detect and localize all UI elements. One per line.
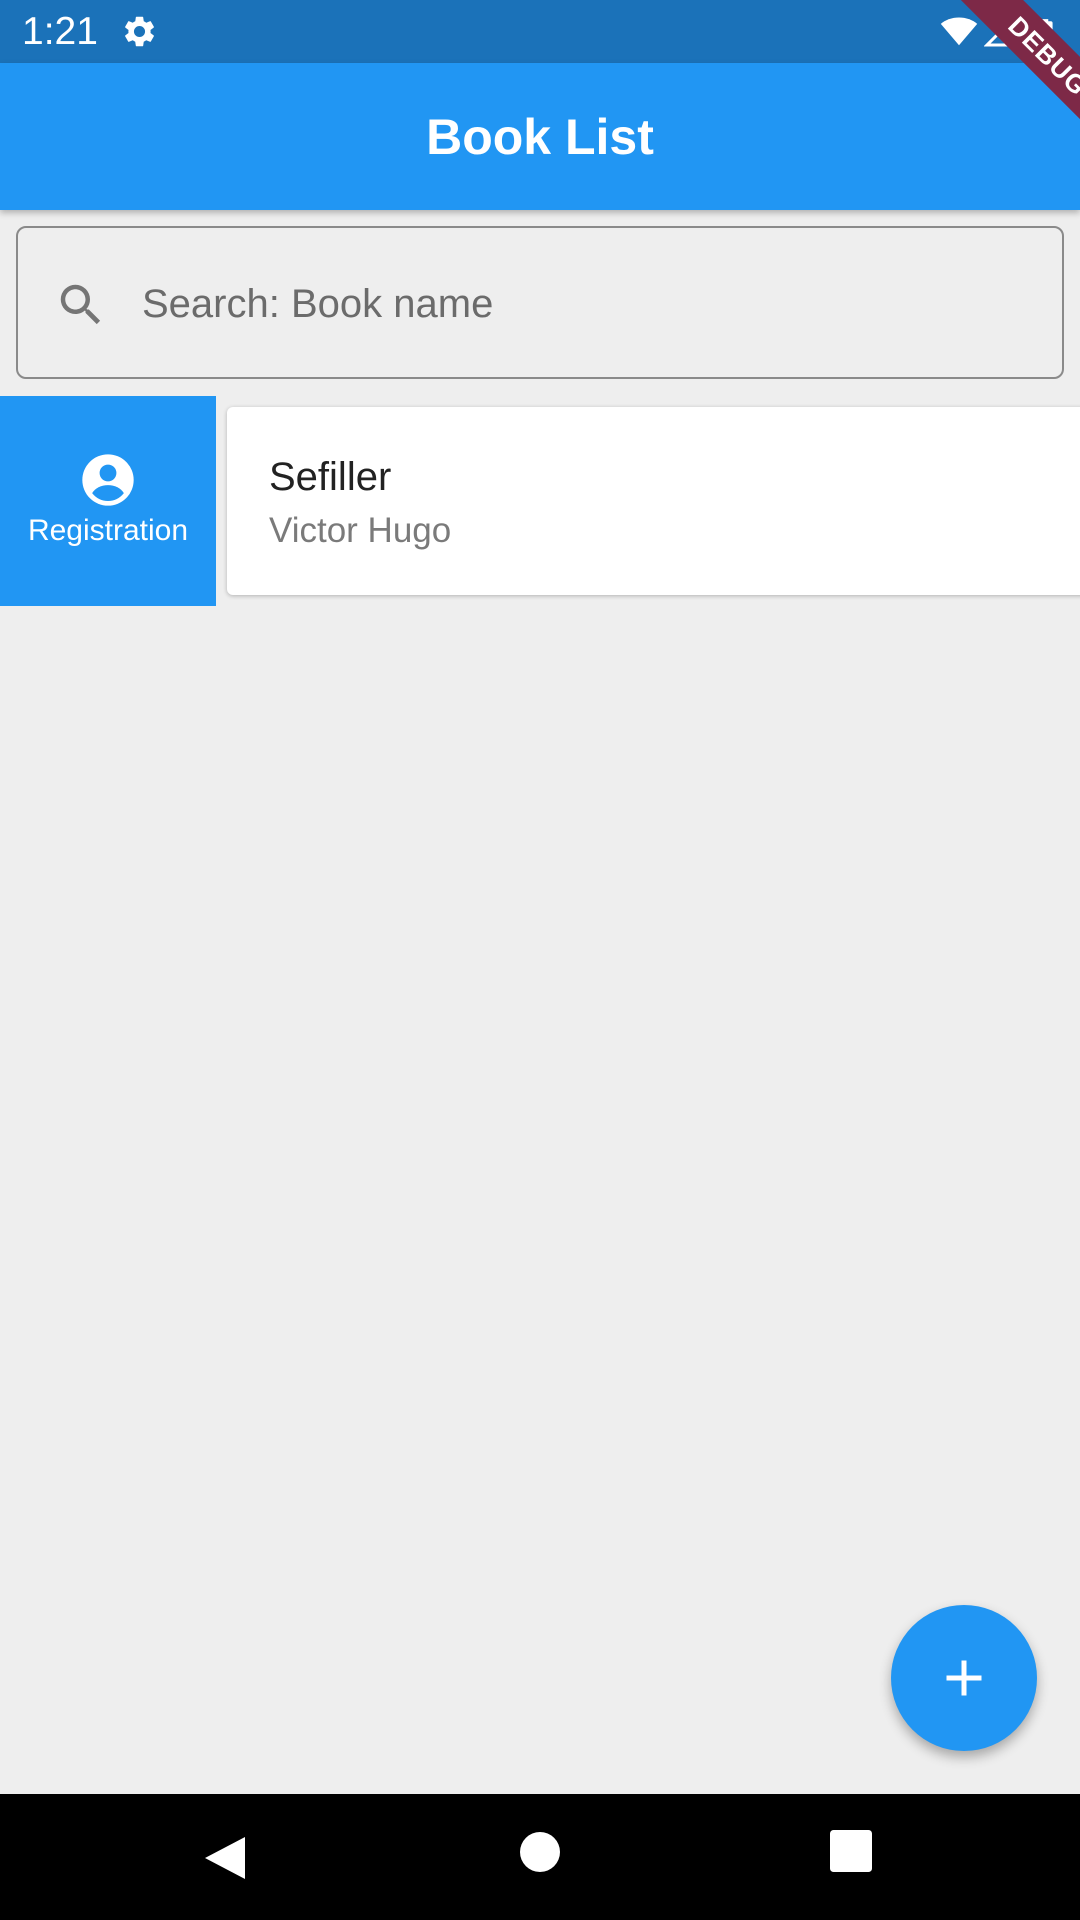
home-icon[interactable]: [520, 1832, 560, 1872]
add-icon: [946, 1660, 982, 1696]
status-icons: [940, 12, 1060, 50]
registration-label: Registration: [27, 514, 189, 547]
gear-icon: [125, 16, 154, 47]
registration-slide-action[interactable]: [0, 396, 216, 606]
book-title: Sefiller: [269, 455, 392, 499]
add-book-button[interactable]: [891, 1605, 1037, 1751]
page-title: Book List: [426, 109, 654, 165]
book-author: Victor Hugo: [269, 511, 452, 550]
book-list-item[interactable]: Sefiller Victor Hugo: [227, 407, 1080, 595]
search-field[interactable]: [16, 226, 1064, 379]
recents-icon[interactable]: [830, 1830, 872, 1872]
app-bar: Book List: [0, 63, 1080, 210]
battery-icon: [1037, 19, 1053, 43]
wifi-icon: [940, 17, 978, 46]
status-bar: 1:21: [0, 0, 1080, 63]
signal-icon: [984, 12, 1019, 47]
back-icon[interactable]: [201, 1833, 249, 1883]
navigation-bar: [0, 1794, 1080, 1920]
status-time: 1:21: [22, 10, 98, 53]
search-icon: [60, 284, 101, 325]
search-input[interactable]: [142, 268, 1022, 340]
account-circle-icon: [82, 454, 134, 506]
